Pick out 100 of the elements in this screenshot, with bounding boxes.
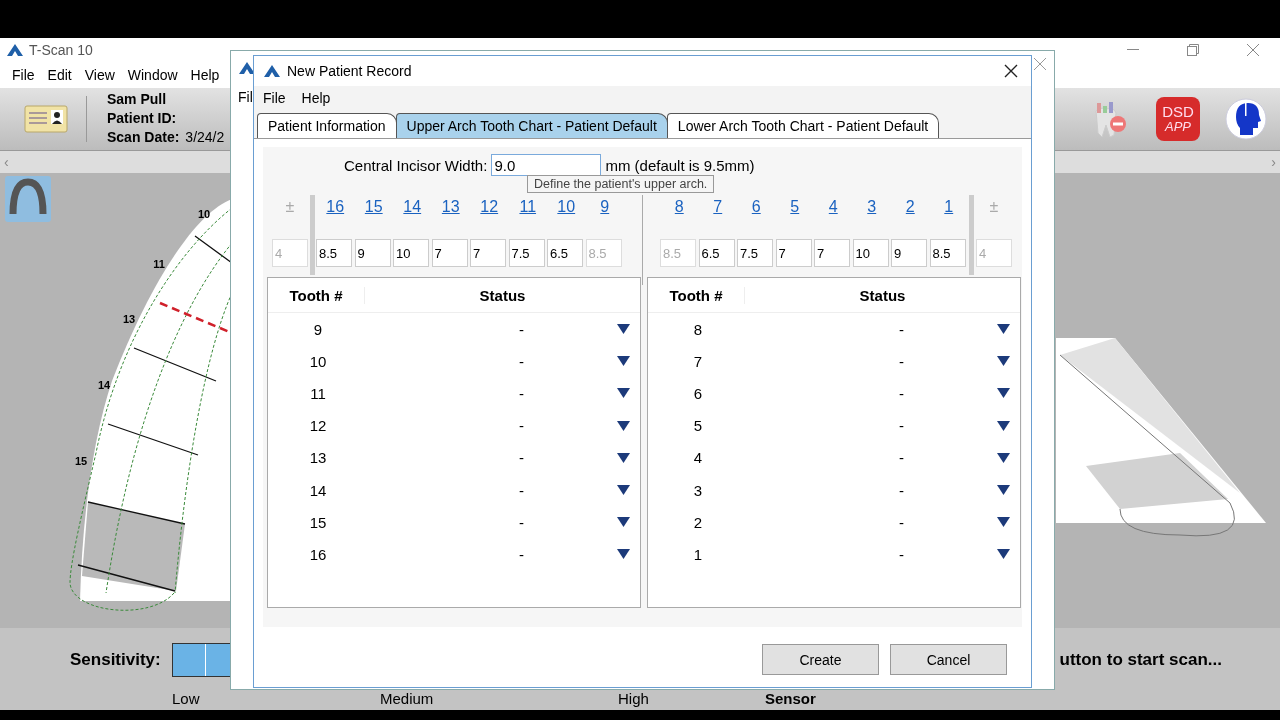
tooth-number-link[interactable]: 13 <box>441 195 460 225</box>
patient-card-icon[interactable] <box>24 104 68 133</box>
app-logo-icon <box>7 44 23 56</box>
unit-text: mm (default is 9.5mm) <box>605 156 755 174</box>
tab[interactable]: Lower Arch Tooth Chart - Patient Default <box>666 113 940 138</box>
patient-id-label: Patient ID: <box>107 109 178 129</box>
column-header: Tooth # <box>668 286 724 304</box>
menu-item[interactable]: Window <box>127 66 178 83</box>
tooth-width-field[interactable]: 9 <box>354 239 391 267</box>
tooth-number-link[interactable]: 16 <box>326 195 345 225</box>
dropdown-icon[interactable] <box>997 452 1010 463</box>
tab[interactable]: Patient Information <box>257 113 397 138</box>
status-value: - <box>518 320 524 338</box>
dropdown-icon[interactable] <box>617 549 630 560</box>
status-value: - <box>518 481 524 499</box>
patient-name: Sam Pull <box>107 90 168 110</box>
menu-item[interactable]: Help <box>190 66 220 83</box>
status-value: - <box>898 513 904 531</box>
dropdown-icon[interactable] <box>997 517 1010 528</box>
tooth-number-link[interactable]: 14 <box>403 195 422 225</box>
dropdown-icon[interactable] <box>617 452 630 463</box>
tooth-width-field[interactable]: 7 <box>470 239 506 267</box>
dropdown-icon[interactable] <box>617 517 630 528</box>
scan-date-label: Scan Date: <box>107 128 180 148</box>
tooth-width-field[interactable]: 7.5 <box>737 239 773 267</box>
tooth-number-link[interactable]: 5 <box>790 195 800 225</box>
table-cell-text: 3 <box>692 481 704 499</box>
tooth-width-field[interactable]: 6.5 <box>698 239 735 267</box>
arch-view-button[interactable] <box>5 175 51 222</box>
dropdown-icon[interactable] <box>997 356 1010 367</box>
tooth-number-link[interactable]: 12 <box>480 195 499 225</box>
table-cell-text: 15 <box>308 513 328 531</box>
scan-date: 3/24/2 <box>185 128 225 148</box>
tooth-width-field[interactable]: 7 <box>431 239 468 267</box>
status-value: - <box>518 513 524 531</box>
dropdown-icon[interactable] <box>997 485 1010 496</box>
tooth-width-field[interactable]: 7.5 <box>508 239 545 267</box>
scale-label: Low <box>172 690 201 709</box>
dropdown-icon[interactable] <box>617 324 630 335</box>
status-value: - <box>898 384 904 402</box>
head-icon[interactable] <box>1224 96 1268 141</box>
table-cell-text: 12 <box>308 417 328 435</box>
tooth-number-link[interactable]: 4 <box>828 195 838 225</box>
incisor-width-field[interactable]: 9.0 <box>491 154 602 176</box>
tooth-number-link[interactable]: 11 <box>519 195 537 225</box>
status-hint: utton to start scan... <box>1059 650 1222 671</box>
dsd-app-logo[interactable]: DSD APP <box>1156 96 1200 141</box>
table-cell-text: 9 <box>312 320 324 338</box>
field-label: Central Incisor Width: <box>344 156 488 174</box>
dropdown-icon[interactable] <box>617 388 630 399</box>
tooth-width-field[interactable]: 10 <box>393 239 429 267</box>
tooth-width-field[interactable]: 6.5 <box>547 239 583 267</box>
column-header: Status <box>744 286 1020 304</box>
menu-item[interactable]: File <box>12 66 35 83</box>
dropdown-icon[interactable] <box>997 388 1010 399</box>
tooth-number-label: 10 <box>197 207 211 220</box>
menu-item[interactable]: File <box>263 90 286 106</box>
menu-item[interactable]: Help <box>301 90 331 106</box>
minimize-icon[interactable] <box>1127 49 1139 51</box>
tooth-number-label: 15 <box>74 454 88 467</box>
dialog-button[interactable]: Create <box>762 644 879 675</box>
tooth-width-field[interactable]: 9 <box>891 239 927 267</box>
tooth-number-link[interactable]: 2 <box>905 195 915 225</box>
tab[interactable]: Upper Arch Tooth Chart - Patient Default <box>395 113 668 138</box>
dropdown-icon[interactable] <box>997 549 1010 560</box>
status-value: - <box>898 449 904 467</box>
tooth-number-label: 13 <box>122 312 136 325</box>
table-cell-text: 16 <box>308 545 328 563</box>
menu-item[interactable]: Edit <box>47 66 72 83</box>
tooth-width-field[interactable]: 10 <box>852 239 889 267</box>
tooth-width-field[interactable]: 8.5 <box>316 239 352 267</box>
restore-icon[interactable] <box>1187 44 1199 56</box>
dropdown-icon[interactable] <box>617 356 630 367</box>
dropdown-icon[interactable] <box>997 420 1010 431</box>
status-value: - <box>898 481 904 499</box>
table-cell-text: 13 <box>308 449 328 467</box>
table-cell-text: 8 <box>692 320 704 338</box>
menu-item[interactable]: View <box>84 66 115 83</box>
tooth-number-link[interactable]: 7 <box>713 195 723 225</box>
status-value: - <box>518 352 524 370</box>
menu-item[interactable]: Fil <box>238 89 253 105</box>
tooth-width-field[interactable]: 7 <box>775 239 812 267</box>
tooth-number-link[interactable]: 10 <box>557 195 576 225</box>
tooth-width-field[interactable]: 8.5 <box>929 239 966 267</box>
dialog-button[interactable]: Cancel <box>890 644 1007 675</box>
table-cell-text: 4 <box>692 449 704 467</box>
tooth-number-link[interactable]: 15 <box>364 195 383 225</box>
tooth-number-link[interactable]: 6 <box>751 195 761 225</box>
tooth-width-field[interactable]: 7 <box>814 239 850 267</box>
tooltip: Define the patient's upper arch. <box>527 175 715 193</box>
table-cell-text: 6 <box>692 384 704 402</box>
dropdown-icon[interactable] <box>617 485 630 496</box>
tooth-number-label: 11 <box>153 257 165 270</box>
tooth-number-link[interactable]: 3 <box>867 195 877 225</box>
dropdown-icon[interactable] <box>617 420 630 431</box>
tooth-number-link[interactable]: 1 <box>944 195 954 225</box>
dropdown-icon[interactable] <box>997 324 1010 335</box>
tooth-number-label: 14 <box>97 378 111 391</box>
status-value: - <box>518 417 524 435</box>
dialog-title: New Patient Record <box>287 63 412 79</box>
